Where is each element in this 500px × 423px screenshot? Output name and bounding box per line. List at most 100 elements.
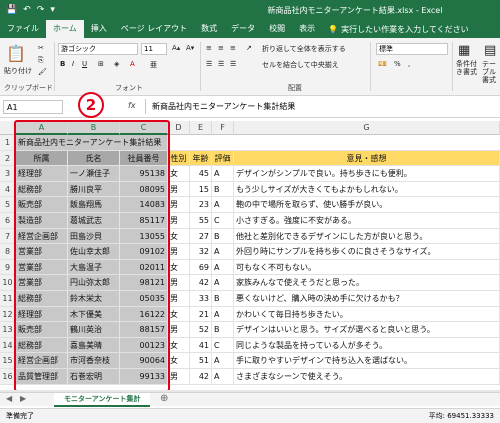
table-cell[interactable]: 鞄の中で場所を取らず、使い勝手が良い。 (234, 197, 500, 212)
paste-icon[interactable]: 📋 (6, 44, 26, 63)
row-header[interactable]: 4 (0, 181, 16, 197)
table-cell[interactable]: 90064 (120, 353, 168, 368)
header-cell[interactable]: 評価 (212, 150, 234, 166)
tab-home[interactable]: ホーム (46, 20, 84, 38)
table-cell[interactable]: 鈴木栄太 (68, 291, 120, 306)
align-middle-icon[interactable]: ≡ (218, 44, 224, 52)
table-cell[interactable]: 総務部 (16, 291, 68, 306)
header-cell[interactable]: 年齢 (190, 150, 212, 166)
table-cell[interactable]: 大島温子 (68, 259, 120, 275)
table-cell[interactable]: 手に取りやすいデザインで持ち込入を選ばない。 (234, 353, 500, 368)
column-header-c[interactable]: C (120, 121, 168, 135)
merge-center-button[interactable]: セルを結合して中央揃え (262, 60, 339, 70)
border-icon[interactable]: ⊞ (98, 60, 104, 68)
table-cell[interactable]: 市河香奈枝 (68, 353, 120, 368)
formula-input[interactable]: 新商品社内モニターアンケート集計結果 (145, 99, 496, 114)
add-sheet-icon[interactable]: ⊕ (160, 393, 168, 404)
table-cell[interactable]: A (212, 166, 234, 181)
wrap-text-button[interactable]: 折り返して全体を表示する (262, 44, 346, 54)
table-cell[interactable]: 女 (168, 166, 190, 181)
table-cell[interactable]: 女 (168, 306, 190, 322)
cut-icon[interactable]: ✂ (38, 44, 44, 52)
table-cell[interactable]: 経理部 (16, 166, 68, 181)
worksheet[interactable]: A B C D E F G 1 新商品社内モニターアンケート集計結果 2 所属 氏名 社員… (0, 121, 500, 390)
customize-icon[interactable]: ▾ (50, 5, 55, 15)
table-cell[interactable]: 男 (168, 275, 190, 290)
table-cell[interactable]: 52 (190, 322, 212, 337)
header-cell[interactable]: 氏名 (68, 150, 120, 166)
tab-insert[interactable]: 挿入 (84, 20, 114, 38)
table-cell[interactable]: 家族みんなで使えそうだと思った。 (234, 275, 500, 290)
undo-icon[interactable]: ↶ (23, 5, 31, 15)
align-left-icon[interactable]: ☰ (206, 60, 212, 68)
tab-formulas[interactable]: 数式 (194, 20, 224, 38)
table-cell[interactable]: A (212, 197, 234, 212)
table-cell[interactable]: 88157 (120, 322, 168, 337)
table-cell[interactable]: 営業部 (16, 259, 68, 275)
table-cell[interactable]: 木下優美 (68, 306, 120, 322)
table-cell[interactable]: 85117 (120, 213, 168, 228)
redo-icon[interactable]: ↷ (37, 5, 45, 15)
fill-color-icon[interactable]: ◈ (114, 60, 119, 68)
copy-icon[interactable]: ⎘ (38, 56, 44, 65)
save-icon[interactable]: 💾 (6, 5, 17, 15)
table-cell[interactable]: 99133 (120, 369, 168, 384)
table-cell[interactable]: 男 (168, 369, 190, 384)
table-cell[interactable]: デザインはいいと思う。サイズが選べると良いと思う。 (234, 322, 500, 337)
table-cell[interactable]: 同じような製品を持っている人が多そう。 (234, 337, 500, 353)
table-cell[interactable]: 鶴川英治 (68, 322, 120, 337)
table-cell[interactable]: 男 (168, 322, 190, 337)
table-cell[interactable]: 経営企画部 (16, 353, 68, 368)
tab-prev-icon[interactable]: ◀ (6, 394, 12, 403)
header-cell[interactable]: 意見・感想 (234, 150, 500, 166)
table-cell[interactable]: 51 (190, 353, 212, 368)
table-cell[interactable]: 佐山幸太郎 (68, 244, 120, 259)
column-header-a[interactable]: A (16, 121, 68, 135)
row-header[interactable]: 9 (0, 259, 16, 275)
table-cell[interactable]: 15 (190, 181, 212, 197)
table-cell[interactable]: 32 (190, 244, 212, 259)
grow-font-icon[interactable]: A▴ (172, 44, 180, 52)
italic-icon[interactable]: I (72, 60, 74, 68)
table-cell[interactable]: A (212, 275, 234, 290)
table-cell[interactable]: C (212, 337, 234, 353)
table-cell[interactable]: 27 (190, 228, 212, 244)
name-box[interactable]: A1 (3, 100, 63, 114)
table-cell[interactable]: さまざまなシーンで使えそう。 (234, 369, 500, 384)
tab-next-icon[interactable]: ▶ (20, 394, 26, 403)
table-cell[interactable]: 総務部 (16, 181, 68, 197)
table-cell[interactable]: かわいくて毎日持ち歩きたい。 (234, 306, 500, 322)
number-format-select[interactable]: 標準 (376, 43, 448, 55)
tab-page-layout[interactable]: ページ レイアウト (114, 20, 194, 38)
table-cell[interactable]: 経営企画部 (16, 228, 68, 244)
table-cell[interactable]: 円山弥太郎 (68, 275, 120, 290)
row-header[interactable]: 13 (0, 322, 16, 337)
table-cell[interactable]: 営業部 (16, 275, 68, 290)
row-header[interactable]: 16 (0, 369, 16, 384)
comma-icon[interactable]: , (408, 60, 410, 68)
table-cell[interactable]: 可もなく不可もない。 (234, 259, 500, 275)
table-cell[interactable]: B (212, 181, 234, 197)
row-header[interactable]: 5 (0, 197, 16, 212)
align-center-icon[interactable]: ☰ (218, 60, 224, 68)
table-cell[interactable]: B (212, 322, 234, 337)
orientation-icon[interactable]: ↗ (246, 44, 252, 52)
font-color-icon[interactable]: A (130, 60, 135, 68)
table-cell[interactable]: 41 (190, 337, 212, 353)
row-header[interactable]: 2 (0, 150, 16, 166)
format-painter-icon[interactable]: 🖌 (38, 68, 47, 76)
table-cell[interactable]: 男 (168, 197, 190, 212)
table-cell[interactable]: 販売部 (16, 322, 68, 337)
table-cell[interactable]: 42 (190, 369, 212, 384)
row-header[interactable]: 6 (0, 213, 16, 228)
table-cell[interactable]: 23 (190, 197, 212, 212)
font-name-select[interactable]: 游ゴシック (58, 43, 138, 55)
table-cell[interactable]: もう少しサイズが大きくてもよかもしれない。 (234, 181, 500, 197)
table-cell[interactable]: 女 (168, 228, 190, 244)
column-header-b[interactable]: B (68, 121, 120, 135)
conditional-format-button[interactable]: 条件付き書式 (456, 60, 482, 76)
table-cell[interactable]: 田島沙貝 (68, 228, 120, 244)
table-cell[interactable]: 98121 (120, 275, 168, 290)
table-cell[interactable]: 女 (168, 353, 190, 368)
table-cell[interactable]: 95138 (120, 166, 168, 181)
